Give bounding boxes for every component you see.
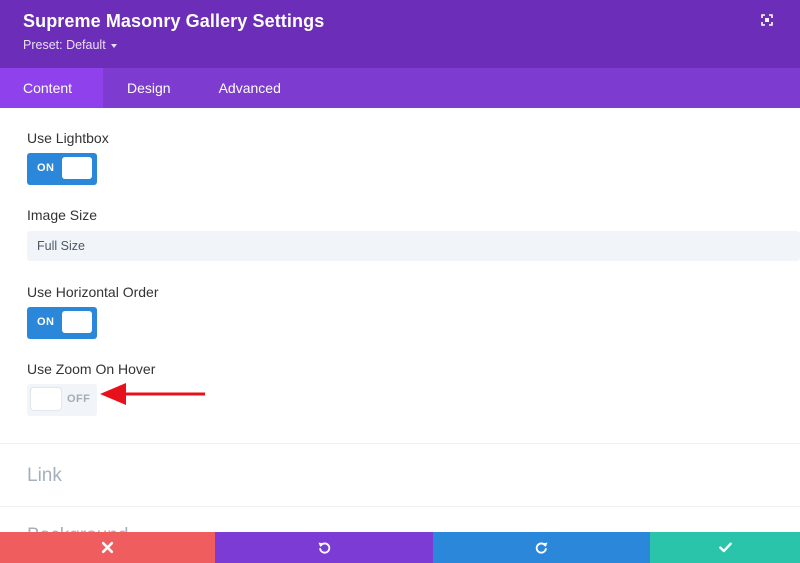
section-divider (0, 443, 800, 444)
expand-icon[interactable] (761, 14, 773, 26)
tab-content[interactable]: Content (0, 68, 103, 108)
section-link-toggle[interactable]: Link (27, 465, 62, 487)
red-arrow-annotation-icon (100, 383, 205, 405)
image-size-label: Image Size (27, 207, 98, 223)
use-horizontal-order-toggle[interactable]: ON (27, 307, 97, 339)
settings-modal: Supreme Masonry Gallery Settings Preset:… (0, 0, 800, 563)
toggle-state: OFF (67, 393, 91, 405)
toggle-knob (62, 157, 92, 179)
discard-button[interactable] (0, 532, 215, 563)
redo-button[interactable] (433, 532, 650, 563)
caret-down-icon (110, 43, 117, 48)
close-icon (101, 541, 114, 554)
tab-bar: Content Design Advanced (0, 68, 800, 108)
toggle-state: ON (37, 162, 55, 174)
toggle-knob (31, 388, 61, 410)
tab-advanced[interactable]: Advanced (195, 68, 305, 108)
save-button[interactable] (650, 532, 800, 563)
tab-design[interactable]: Design (103, 68, 195, 108)
undo-button[interactable] (215, 532, 433, 563)
modal-footer (0, 532, 800, 563)
image-size-select[interactable]: Full Size (27, 231, 800, 261)
image-size-value: Full Size (37, 239, 85, 253)
use-zoom-on-hover-label: Use Zoom On Hover (27, 361, 156, 377)
use-horizontal-order-label: Use Horizontal Order (27, 284, 159, 300)
undo-icon (318, 542, 330, 554)
preset-label: Preset: Default (23, 38, 106, 52)
use-lightbox-label: Use Lightbox (27, 130, 109, 146)
section-divider (0, 506, 800, 507)
modal-header: Supreme Masonry Gallery Settings Preset:… (0, 0, 800, 68)
use-lightbox-toggle[interactable]: ON (27, 153, 97, 185)
toggle-state: ON (37, 316, 55, 328)
toggle-knob (62, 311, 92, 333)
modal-title: Supreme Masonry Gallery Settings (23, 11, 325, 31)
use-zoom-on-hover-toggle[interactable]: OFF (27, 384, 97, 416)
redo-icon (535, 542, 548, 554)
preset-dropdown[interactable]: Preset: Default (23, 38, 117, 52)
check-icon (718, 542, 732, 553)
